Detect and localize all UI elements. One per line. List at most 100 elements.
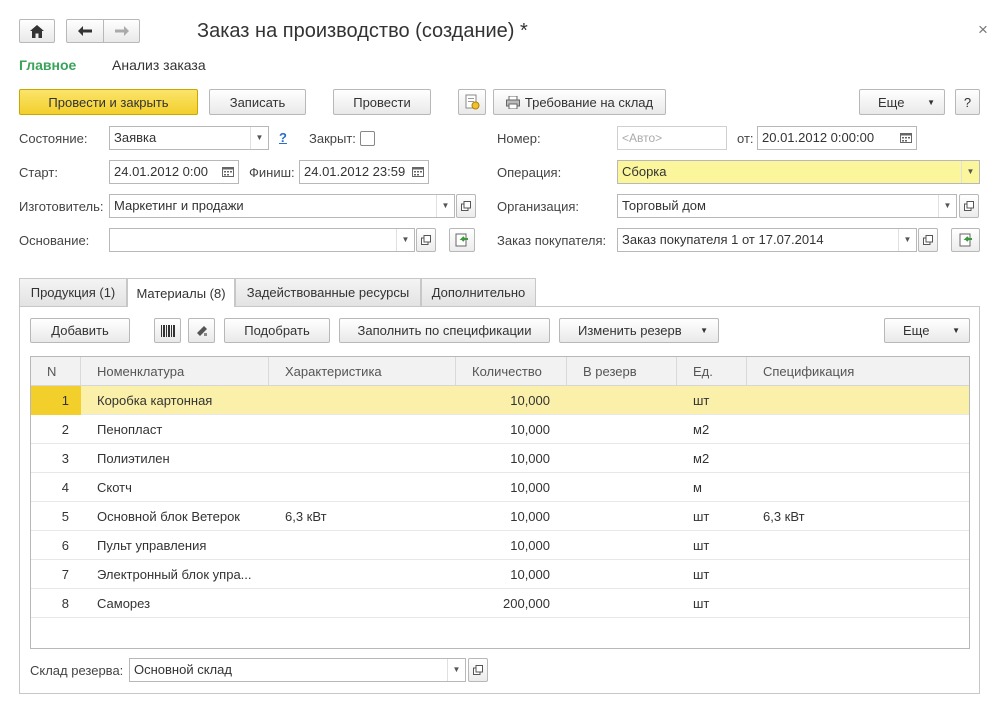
calendar-icon[interactable]	[896, 127, 916, 149]
tab-resources[interactable]: Задействованные ресурсы	[235, 278, 421, 306]
chevron-down-icon[interactable]: ▼	[396, 229, 414, 251]
number-field[interactable]: <Авто>	[617, 126, 727, 150]
cell-unit: м	[693, 480, 702, 495]
tab-materials[interactable]: Материалы (8)	[127, 278, 235, 307]
chevron-down-icon[interactable]: ▼	[447, 659, 465, 681]
chevron-down-icon: ▼	[952, 326, 960, 335]
cell-spec	[763, 560, 963, 589]
col-reserve[interactable]: В резерв	[567, 357, 677, 386]
manufacturer-label: Изготовитель:	[19, 199, 104, 214]
chevron-down-icon[interactable]: ▼	[898, 229, 916, 251]
table-row[interactable]: 8 Саморез 200,000 шт	[31, 589, 969, 618]
materials-table[interactable]: N Номенклатура Характеристика Количество…	[30, 356, 970, 649]
cell-characteristic	[285, 415, 455, 444]
cell-reserve	[583, 560, 673, 589]
finish-value: 24.01.2012 23:59	[304, 164, 406, 179]
chevron-down-icon[interactable]: ▼	[250, 127, 268, 149]
table-row[interactable]: 7 Электронный блок упра... 10,000 шт	[31, 560, 969, 589]
close-icon[interactable]: ×	[978, 20, 988, 40]
cell-reserve	[583, 386, 673, 415]
reserve-warehouse-select[interactable]: Основной склад ▼	[129, 658, 466, 682]
table-more-button[interactable]: Еще ▼	[884, 318, 970, 343]
cell-n: 3	[61, 451, 69, 466]
chevron-down-icon[interactable]: ▼	[938, 195, 956, 217]
cell-characteristic	[285, 473, 455, 502]
open-icon[interactable]	[918, 228, 938, 252]
post-and-close-button[interactable]: Провести и закрыть	[19, 89, 198, 115]
table-row[interactable]: 3 Полиэтилен 10,000 м2	[31, 444, 969, 473]
select-button[interactable]: Подобрать	[224, 318, 330, 343]
data-collection-button[interactable]	[188, 318, 215, 343]
forward-button[interactable]	[103, 19, 140, 43]
section-analysis[interactable]: Анализ заказа	[112, 57, 206, 73]
col-name[interactable]: Номенклатура	[81, 357, 269, 386]
date-field[interactable]: 20.01.2012 0:00:00	[757, 126, 917, 150]
cell-n: 8	[61, 596, 69, 611]
help-button[interactable]: ?	[955, 89, 980, 115]
state-help-link[interactable]: ?	[279, 130, 287, 145]
table-row[interactable]: 5 Основной блок Ветерок 6,3 кВт 10,000 шт 6,3…	[31, 502, 969, 531]
requirement-button[interactable]: Требование на склад	[493, 89, 666, 115]
closed-checkbox[interactable]	[360, 131, 375, 146]
cell-name: Электронный блок упра...	[97, 567, 252, 582]
col-spec[interactable]: Спецификация	[747, 357, 969, 386]
col-characteristic[interactable]: Характеристика	[269, 357, 456, 386]
table-row[interactable]: 1 Коробка картонная 10,000 шт	[31, 386, 969, 415]
structure-button[interactable]	[458, 89, 486, 115]
window-title: Заказ на производство (создание) *	[197, 20, 528, 42]
back-button[interactable]	[66, 19, 104, 43]
col-unit[interactable]: Ед.	[677, 357, 747, 386]
home-icon	[30, 24, 44, 38]
cell-reserve	[583, 502, 673, 531]
finish-field[interactable]: 24.01.2012 23:59	[299, 160, 429, 184]
chevron-down-icon[interactable]: ▼	[961, 161, 979, 183]
open-icon[interactable]	[959, 194, 979, 218]
operation-label: Операция:	[497, 165, 562, 180]
cell-quantity: 10,000	[510, 538, 550, 553]
cell-spec	[763, 386, 963, 415]
table-row[interactable]: 2 Пенопласт 10,000 м2	[31, 415, 969, 444]
add-button[interactable]: Добавить	[30, 318, 130, 343]
open-icon[interactable]	[468, 658, 488, 682]
table-row[interactable]: 6 Пульт управления 10,000 шт	[31, 531, 969, 560]
start-field[interactable]: 24.01.2012 0:00	[109, 160, 239, 184]
col-quantity[interactable]: Количество	[456, 357, 567, 386]
calendar-icon[interactable]	[218, 161, 238, 183]
cell-name: Саморез	[97, 596, 151, 611]
organization-select[interactable]: Торговый дом ▼	[617, 194, 957, 218]
cell-quantity: 10,000	[510, 509, 550, 524]
more-button[interactable]: Еще ▼	[859, 89, 945, 115]
open-icon[interactable]	[456, 194, 476, 218]
tab-products[interactable]: Продукция (1)	[19, 278, 127, 306]
fill-by-spec-button[interactable]: Заполнить по спецификации	[339, 318, 550, 343]
table-more-label: Еще	[903, 323, 930, 338]
basis-select[interactable]: ▼	[109, 228, 415, 252]
cell-reserve	[583, 589, 673, 618]
open-icon[interactable]	[416, 228, 436, 252]
post-button[interactable]: Провести	[333, 89, 431, 115]
cell-quantity: 10,000	[510, 567, 550, 582]
organization-label: Организация:	[497, 199, 580, 214]
fill-order-icon[interactable]	[951, 228, 980, 252]
tab-additional[interactable]: Дополнительно	[421, 278, 536, 306]
col-n[interactable]: N	[31, 357, 81, 386]
cell-unit: м2	[693, 451, 710, 466]
chevron-down-icon[interactable]: ▼	[436, 195, 454, 217]
customer-order-select[interactable]: Заказ покупателя 1 от 17.07.2014 ▼	[617, 228, 917, 252]
state-select[interactable]: Заявка ▼	[109, 126, 269, 150]
manufacturer-select[interactable]: Маркетинг и продажи ▼	[109, 194, 455, 218]
operation-select[interactable]: Сборка ▼	[617, 160, 980, 184]
table-row[interactable]: 4 Скотч 10,000 м	[31, 473, 969, 502]
cell-quantity: 10,000	[510, 422, 550, 437]
home-button[interactable]	[19, 19, 55, 43]
fill-basis-icon[interactable]	[449, 228, 475, 252]
start-value: 24.01.2012 0:00	[114, 164, 208, 179]
calendar-icon[interactable]	[408, 161, 428, 183]
printer-icon	[505, 95, 520, 109]
cell-characteristic	[285, 589, 455, 618]
cell-n: 1	[31, 386, 81, 415]
change-reserve-button[interactable]: Изменить резерв ▼	[559, 318, 719, 343]
section-main[interactable]: Главное	[19, 57, 76, 73]
barcode-button[interactable]	[154, 318, 181, 343]
save-button[interactable]: Записать	[209, 89, 306, 115]
